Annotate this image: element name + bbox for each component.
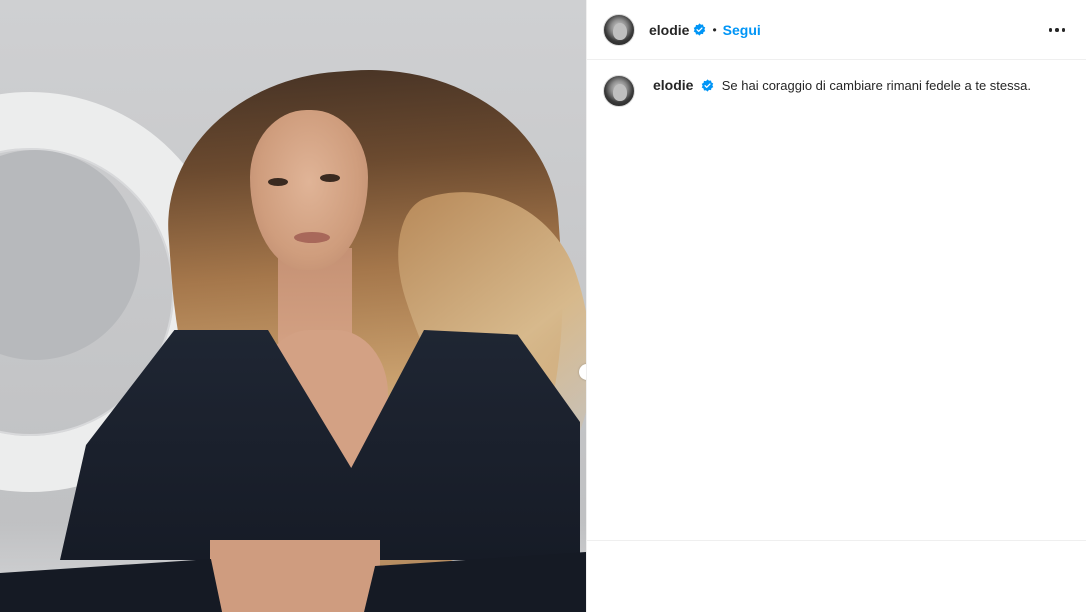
follow-button[interactable]: Segui	[723, 22, 761, 38]
verified-badge-icon	[701, 79, 714, 92]
caption-text: elodie Se hai coraggio di cambiare riman…	[653, 76, 1031, 95]
caption-message: Se hai coraggio di cambiare rimani fedel…	[721, 78, 1031, 93]
left-eye-shape	[268, 178, 288, 186]
separator-dot: •	[712, 22, 717, 37]
header-username[interactable]: elodie	[649, 22, 689, 38]
more-dot	[1055, 28, 1059, 32]
right-eye-shape	[320, 174, 340, 182]
divider	[587, 540, 1086, 541]
avatar[interactable]	[603, 13, 635, 46]
waist-shape	[210, 540, 380, 612]
more-dot	[1048, 28, 1053, 32]
verified-badge-icon	[694, 23, 706, 36]
caption-username[interactable]: elodie	[653, 77, 693, 93]
caption-avatar[interactable]	[603, 75, 635, 107]
post-side-panel: elodie • Segui elodie Se hai coraggio di…	[586, 0, 1086, 612]
more-dot	[1061, 28, 1066, 32]
post-header: elodie • Segui	[587, 0, 1086, 60]
lips-shape	[294, 232, 330, 243]
caption-comment: elodie Se hai coraggio di cambiare riman…	[603, 74, 1073, 107]
more-options-icon[interactable]	[1047, 20, 1067, 40]
post-image[interactable]	[0, 0, 586, 612]
